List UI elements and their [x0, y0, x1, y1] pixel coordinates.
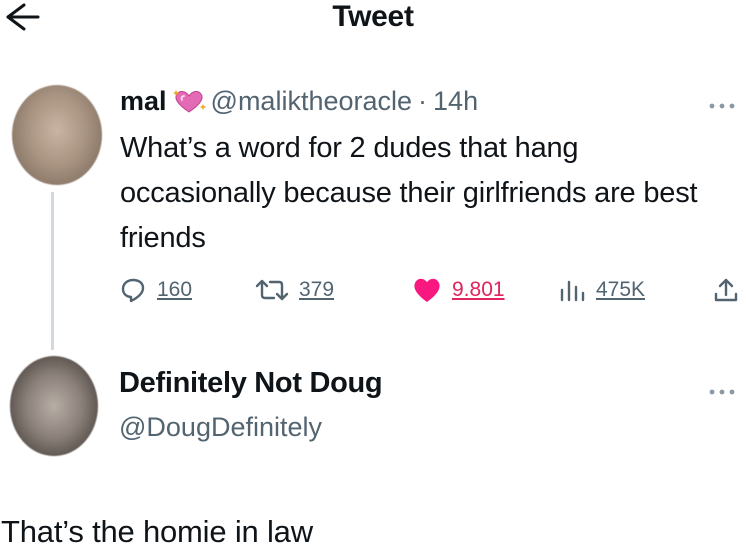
retweet-button[interactable]: 379	[255, 273, 334, 307]
page-title: Tweet	[332, 0, 414, 33]
avatar[interactable]	[10, 356, 98, 456]
reply-text: That’s the homie in law	[1, 514, 313, 549]
views-chart-icon	[560, 280, 585, 302]
like-button[interactable]: 9.801	[412, 273, 505, 307]
views-count: 475K	[596, 278, 646, 301]
tweet-text: What’s a word for 2 dudes that hang occa…	[120, 132, 698, 254]
reply-icon	[121, 278, 145, 303]
sparkling-heart-icon	[171, 88, 207, 114]
reply-count: 160	[157, 278, 193, 301]
more-icon	[709, 389, 735, 395]
share-icon	[714, 278, 738, 302]
more-options-button[interactable]	[708, 383, 736, 395]
tweet-page: Tweet mal @maliktheoracle · 14h What’s a…	[0, 0, 746, 550]
retweet-icon	[255, 279, 289, 301]
more-options-button[interactable]	[708, 97, 736, 109]
author-handle[interactable]: @maliktheoracle	[211, 86, 413, 117]
reply-button[interactable]: 160	[119, 273, 192, 307]
timestamp[interactable]: 14h	[433, 86, 478, 117]
tweet-header: mal @maliktheoracle · 14h	[120, 84, 478, 118]
heart-filled-icon	[414, 278, 440, 302]
more-icon	[709, 103, 735, 109]
reply-author-name[interactable]: Definitely Not Doug	[119, 367, 383, 400]
thread-connector-line	[51, 192, 54, 350]
arrow-left-icon	[6, 3, 40, 31]
like-count: 9.801	[452, 278, 505, 301]
share-button[interactable]	[713, 273, 739, 307]
author-name[interactable]: mal	[120, 86, 167, 117]
retweet-count: 379	[299, 278, 335, 301]
avatar[interactable]	[12, 85, 102, 185]
back-button[interactable]	[0, 0, 42, 34]
reply-author-handle[interactable]: @DougDefinitely	[119, 412, 322, 443]
views-button[interactable]: 475K	[558, 273, 645, 307]
separator-dot: ·	[418, 85, 428, 116]
